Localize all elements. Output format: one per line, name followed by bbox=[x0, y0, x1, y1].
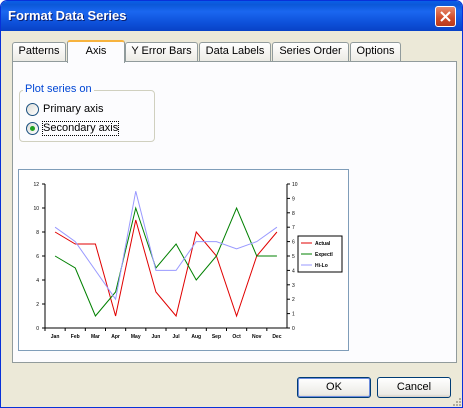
x-tick-label: Feb bbox=[71, 334, 80, 340]
y2-tick-label: 6 bbox=[292, 240, 295, 246]
tab-patterns[interactable]: Patterns bbox=[12, 42, 66, 61]
y-tick-label: 10 bbox=[33, 206, 39, 212]
dialog-title: Format Data Series bbox=[8, 8, 127, 23]
legend-entry: Hi-Lo bbox=[315, 263, 328, 269]
series-line-hi-lo bbox=[54, 191, 278, 301]
y2-tick-label: 2 bbox=[292, 297, 295, 303]
close-icon bbox=[440, 11, 451, 22]
x-tick-label: Apr bbox=[111, 334, 120, 340]
x-tick-label: Aug bbox=[191, 334, 201, 340]
radio-button[interactable] bbox=[26, 103, 39, 116]
series-line-actual bbox=[54, 219, 278, 318]
y2-tick-label: 10 bbox=[292, 182, 298, 188]
radio-selected-dot bbox=[30, 126, 35, 131]
chart-svg: 024681012012345678910Jan Feb Mar Apr May Jun J… bbox=[33, 182, 343, 340]
axis-tab-panel: Plot series on Primary axis Secondary ax… bbox=[12, 61, 457, 363]
x-tick-label: Dec bbox=[272, 334, 281, 340]
tab-y-error-bars[interactable]: Y Error Bars bbox=[125, 42, 198, 61]
close-button[interactable] bbox=[435, 6, 456, 27]
y-tick-label: 8 bbox=[36, 230, 39, 236]
y-tick-label: 0 bbox=[36, 326, 39, 332]
title-bar[interactable]: Format Data Series bbox=[1, 1, 462, 31]
secondary-axis-label[interactable]: Secondary axis bbox=[41, 121, 120, 136]
series-line-expectl bbox=[54, 206, 277, 317]
y2-tick-label: 0 bbox=[292, 326, 295, 332]
format-data-series-dialog: Format Data Series Patterns Axis Y Error… bbox=[0, 0, 463, 408]
x-tick-label: Jun bbox=[151, 334, 160, 340]
resize-grip-icon[interactable] bbox=[452, 397, 462, 407]
plot-series-on-group: Plot series on Primary axis Secondary ax… bbox=[19, 83, 155, 142]
legend-entry: Actual bbox=[315, 241, 331, 247]
tab-series-order[interactable]: Series Order bbox=[272, 42, 349, 61]
group-label: Plot series on bbox=[23, 83, 94, 95]
y2-tick-label: 3 bbox=[292, 283, 295, 289]
y2-tick-label: 5 bbox=[292, 254, 295, 260]
y2-tick-label: 1 bbox=[292, 312, 295, 318]
radio-button[interactable] bbox=[26, 122, 39, 135]
x-tick-label: Jan bbox=[51, 334, 60, 340]
y2-tick-label: 9 bbox=[292, 196, 295, 202]
x-tick-label: Sep bbox=[212, 334, 221, 340]
tab-data-labels[interactable]: Data Labels bbox=[199, 42, 271, 61]
legend-entry: Expectl bbox=[315, 252, 333, 258]
y-tick-label: 12 bbox=[33, 182, 39, 188]
chart-preview: 0 2 4 6 8 10 12 0 1 2 3 4 5 6 7 8 9 10 Jan Feb Mar Apr May Jun J… bbox=[18, 169, 349, 351]
x-tick-label: May bbox=[131, 334, 141, 340]
y2-tick-label: 8 bbox=[292, 211, 295, 217]
y-tick-label: 6 bbox=[36, 254, 39, 260]
tab-options[interactable]: Options bbox=[350, 42, 401, 61]
y2-tick-label: 4 bbox=[292, 268, 295, 274]
y2-tick-label: 7 bbox=[292, 225, 295, 231]
x-tick-label: Nov bbox=[252, 334, 262, 340]
x-tick-label: Jul bbox=[172, 334, 180, 340]
cancel-button[interactable]: Cancel bbox=[377, 377, 451, 398]
y-tick-label: 4 bbox=[36, 278, 39, 284]
x-tick-label: Oct bbox=[232, 334, 241, 340]
x-tick-label: Mar bbox=[91, 334, 100, 340]
primary-axis-label[interactable]: Primary axis bbox=[43, 103, 104, 116]
y-tick-label: 2 bbox=[36, 302, 39, 308]
ok-button[interactable]: OK bbox=[297, 377, 371, 398]
tab-axis[interactable]: Axis bbox=[67, 40, 125, 63]
